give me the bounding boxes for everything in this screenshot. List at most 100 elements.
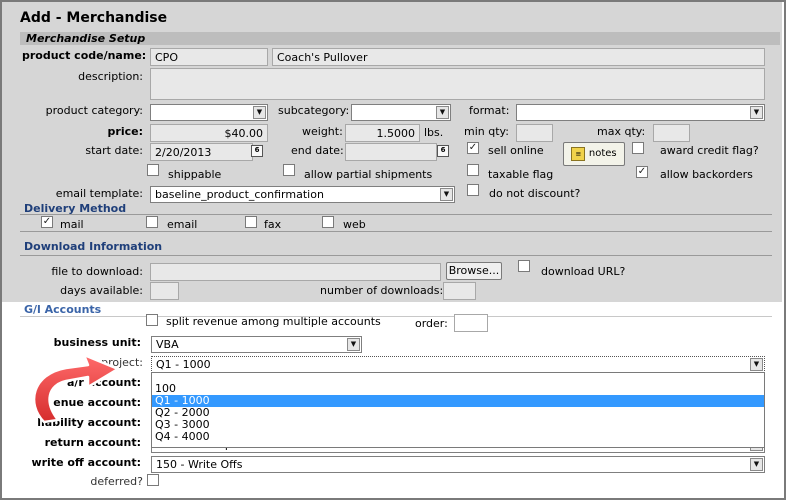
section-download-information: Download Information (24, 240, 163, 253)
format-select[interactable]: ▼ (516, 104, 765, 121)
days-available-input[interactable] (150, 282, 179, 300)
divider (20, 316, 772, 317)
award-credit-flag-label: award credit flag? (660, 144, 759, 157)
calendar-icon[interactable]: 6 (251, 145, 263, 157)
end-date-input[interactable] (345, 143, 437, 161)
curved-arrow-icon (32, 353, 120, 424)
min-qty-input[interactable] (516, 124, 553, 142)
dropdown-option[interactable]: Q3 - 3000 (152, 419, 764, 431)
order-label: order: (415, 317, 448, 330)
mail-checkbox[interactable]: ✓ (41, 216, 53, 228)
fax-checkbox[interactable] (245, 216, 257, 228)
calendar-icon[interactable]: 6 (437, 145, 449, 157)
partial-shipments-checkbox[interactable] (283, 164, 295, 176)
write-off-account-select[interactable]: 150 - Write Offs ▼ (151, 456, 765, 473)
project-select[interactable]: Q1 - 1000 ▼ (151, 356, 765, 373)
file-to-download-label: file to download: (51, 265, 143, 278)
product-category-label: product category: (45, 104, 143, 117)
product-code-input[interactable]: CPO (150, 48, 268, 66)
do-not-discount-label: do not discount? (489, 187, 581, 200)
dropdown-blank-option[interactable] (152, 373, 764, 383)
divider (20, 231, 772, 232)
price-label: price: (107, 125, 143, 138)
notes-button-label: notes (588, 148, 617, 159)
chevron-down-icon: ▼ (750, 458, 763, 471)
web-label: web (343, 218, 366, 231)
section-gl-accounts: G/l Accounts (24, 303, 102, 316)
email-checkbox[interactable] (146, 216, 158, 228)
email-template-label: email template: (55, 187, 143, 200)
max-qty-label: max qty: (597, 125, 646, 138)
file-to-download-input[interactable] (150, 263, 441, 281)
lbs-label: lbs. (424, 126, 444, 139)
dropdown-option-selected[interactable]: Q1 - 1000 (152, 395, 764, 407)
description-input[interactable] (150, 68, 765, 100)
product-category-select[interactable]: ▼ (150, 104, 268, 121)
chevron-down-icon: ▼ (436, 106, 449, 119)
project-value: Q1 - 1000 (156, 358, 211, 371)
business-unit-value: VBA (156, 338, 179, 351)
split-revenue-label: split revenue among multiple accounts (166, 315, 381, 328)
project-dropdown-list[interactable]: 100 Q1 - 1000 Q2 - 2000 Q3 - 3000 Q4 - 4… (151, 372, 765, 448)
notes-icon: ≡ (571, 147, 586, 161)
mail-label: mail (60, 218, 84, 231)
award-credit-flag-checkbox[interactable] (632, 142, 644, 154)
section-merchandise-setup: Merchandise Setup (26, 32, 146, 45)
deferred-label: deferred? (90, 475, 143, 488)
chevron-down-icon: ▼ (253, 106, 266, 119)
email-template-select[interactable]: baseline_product_confirmation ▼ (150, 186, 455, 203)
description-label: description: (78, 70, 143, 83)
start-date-label: start date: (85, 144, 143, 157)
days-available-label: days available: (60, 284, 143, 297)
notes-button[interactable]: ≡ notes (563, 142, 625, 166)
weight-label: weight: (302, 125, 343, 138)
browse-button[interactable]: Browse... (446, 262, 502, 280)
sell-online-checkbox[interactable]: ✓ (467, 142, 479, 154)
number-of-downloads-label: number of downloads: (320, 284, 444, 297)
write-off-account-label: write off account: (31, 456, 141, 469)
product-name-input[interactable]: Coach's Pullover (272, 48, 765, 66)
subcategory-label: subcategory: (278, 104, 350, 117)
fax-label: fax (264, 218, 282, 231)
min-qty-label: min qty: (464, 125, 509, 138)
download-url-checkbox[interactable] (518, 260, 530, 272)
chevron-down-icon: ▼ (440, 188, 453, 201)
divider (20, 214, 772, 215)
deferred-checkbox[interactable] (147, 474, 159, 486)
shippable-checkbox[interactable] (147, 164, 159, 176)
chevron-down-icon: ▼ (750, 358, 763, 371)
chevron-down-icon: ▼ (750, 106, 763, 119)
dropdown-option[interactable]: Q4 - 4000 (152, 431, 764, 443)
chevron-down-icon: ▼ (347, 338, 360, 351)
taxable-flag-checkbox[interactable] (467, 164, 479, 176)
split-revenue-checkbox[interactable] (146, 314, 158, 326)
max-qty-input[interactable] (653, 124, 690, 142)
divider (20, 255, 772, 256)
sell-online-label: sell online (488, 144, 544, 157)
page-title: Add - Merchandise (20, 10, 168, 26)
web-checkbox[interactable] (322, 216, 334, 228)
product-code-name-label: product code/name: (22, 49, 147, 62)
allow-backorders-checkbox[interactable]: ✓ (636, 166, 648, 178)
email-template-value: baseline_product_confirmation (155, 188, 324, 201)
dropdown-option[interactable]: 100 (152, 383, 764, 395)
email-label: email (167, 218, 198, 231)
number-of-downloads-input[interactable] (443, 282, 476, 300)
taxable-flag-label: taxable flag (488, 168, 554, 181)
allow-backorders-label: allow backorders (660, 168, 753, 181)
download-url-label: download URL? (541, 265, 626, 278)
shippable-label: shippable (168, 168, 222, 181)
order-input[interactable] (454, 314, 488, 332)
dropdown-option[interactable]: Q2 - 2000 (152, 407, 764, 419)
return-account-label: return account: (44, 436, 141, 449)
price-input[interactable]: $40.00 (150, 124, 268, 142)
business-unit-label: business unit: (53, 336, 141, 349)
subcategory-select[interactable]: ▼ (351, 104, 451, 121)
end-date-label: end date: (291, 144, 344, 157)
do-not-discount-checkbox[interactable] (467, 184, 479, 196)
write-off-account-value: 150 - Write Offs (156, 458, 243, 471)
weight-input[interactable]: 1.5000 (345, 124, 420, 142)
business-unit-select[interactable]: VBA ▼ (151, 336, 362, 353)
format-label: format: (469, 104, 510, 117)
start-date-input[interactable]: 2/20/2013 (150, 143, 253, 161)
